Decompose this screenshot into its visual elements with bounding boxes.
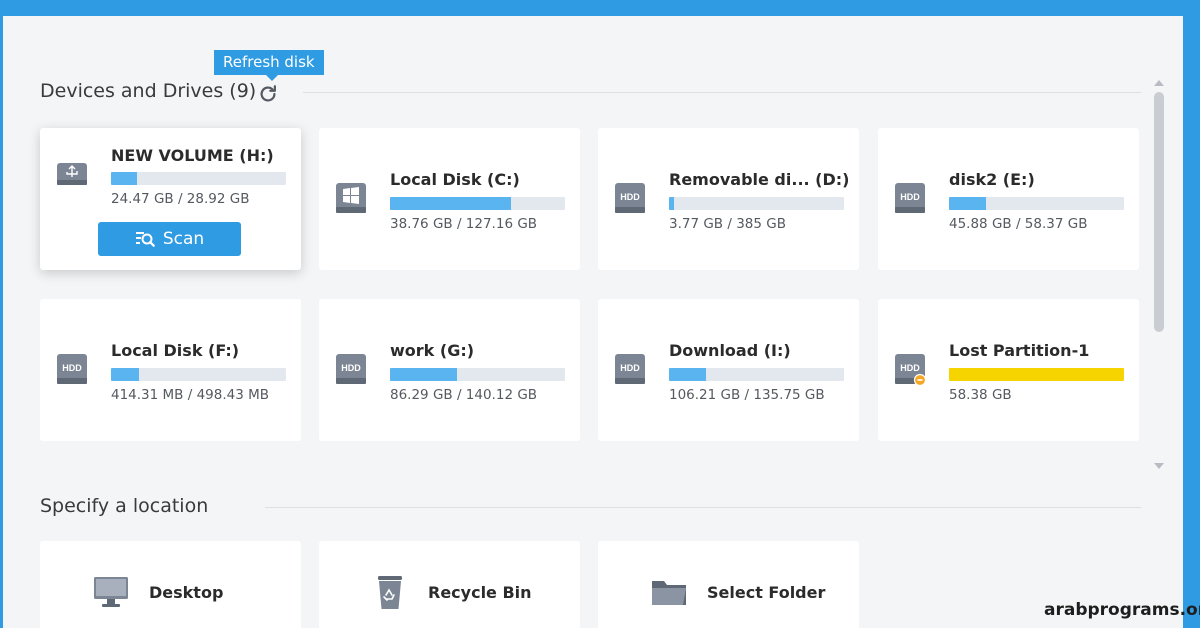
drive-size: 3.77 GB / 385 GB	[669, 216, 786, 232]
location-section-divider	[265, 507, 1141, 508]
usage-bar-fill	[949, 368, 1124, 381]
location-select-folder[interactable]: Select Folder	[598, 541, 859, 628]
usage-bar	[390, 368, 565, 381]
drive-card-c[interactable]: Local Disk (C:) 38.76 GB / 127.16 GB	[319, 128, 580, 270]
location-recycle-bin[interactable]: Recycle Bin	[319, 541, 580, 628]
drive-name: work (G:)	[390, 341, 475, 360]
refresh-button[interactable]	[256, 82, 280, 106]
location-label: Select Folder	[707, 583, 826, 602]
location-label: Recycle Bin	[428, 583, 532, 602]
usage-bar-fill	[949, 197, 986, 210]
drive-card-f[interactable]: HDD Local Disk (F:) 414.31 MB / 498.43 M…	[40, 299, 301, 441]
folder-icon	[652, 581, 686, 605]
drive-name: Removable di... (D:)	[669, 170, 850, 189]
scan-button-label: Scan	[162, 229, 205, 249]
location-label: Desktop	[149, 583, 224, 602]
svg-text:HDD: HDD	[620, 363, 640, 373]
svg-text:HDD: HDD	[620, 192, 640, 202]
location-section-title: Specify a location	[40, 495, 209, 517]
drive-name: NEW VOLUME (H:)	[111, 146, 274, 165]
usage-bar	[949, 368, 1124, 381]
usage-bar	[390, 197, 565, 210]
usage-bar	[111, 172, 286, 185]
drive-card-g[interactable]: HDD work (G:) 86.29 GB / 140.12 GB	[319, 299, 580, 441]
drive-card-i[interactable]: HDD Download (I:) 106.21 GB / 135.75 GB	[598, 299, 859, 441]
refresh-tooltip: Refresh disk	[214, 50, 324, 81]
desktop-icon	[94, 577, 128, 607]
location-desktop[interactable]: Desktop	[40, 541, 301, 628]
hdd-icon: HDD	[57, 354, 87, 384]
drive-name: Lost Partition-1	[949, 341, 1090, 360]
usage-bar-fill	[390, 368, 457, 381]
recycle-bin-icon	[378, 576, 402, 609]
scan-icon	[135, 232, 155, 247]
windows-drive-icon	[336, 183, 366, 213]
usage-bar	[669, 197, 844, 210]
drive-name: Local Disk (F:)	[111, 341, 240, 360]
drive-size: 58.38 GB	[949, 387, 1012, 403]
usage-bar-fill	[669, 197, 675, 210]
drive-size: 106.21 GB / 135.75 GB	[669, 387, 825, 403]
scan-button[interactable]: Scan	[98, 222, 241, 256]
svg-text:HDD: HDD	[900, 192, 920, 202]
hdd-icon: HDD	[336, 354, 366, 384]
drive-size: 45.88 GB / 58.37 GB	[949, 216, 1088, 232]
hdd-icon: HDD	[615, 183, 645, 213]
usb-drive-icon	[57, 163, 87, 185]
drive-card-lost-partition[interactable]: HDD Lost Partition-1 58.38 GB	[878, 299, 1139, 441]
hdd-icon: HDD	[895, 183, 925, 213]
devices-section-divider	[303, 92, 1141, 93]
hdd-icon: HDD	[615, 354, 645, 384]
watermark-text: arabprograms.org	[1044, 600, 1200, 620]
vertical-scrollbar[interactable]	[1151, 76, 1167, 471]
scroll-up-arrow-icon[interactable]	[1154, 80, 1164, 86]
scroll-down-arrow-icon[interactable]	[1154, 463, 1164, 469]
svg-text:HDD: HDD	[341, 363, 361, 373]
drive-size: 86.29 GB / 140.12 GB	[390, 387, 538, 403]
refresh-icon	[260, 85, 276, 102]
drive-size: 24.47 GB / 28.92 GB	[111, 191, 250, 207]
main-window: Devices and Drives (9) Refresh disk NEW …	[3, 16, 1183, 628]
usage-bar-fill	[669, 368, 706, 381]
usage-bar-fill	[111, 368, 139, 381]
devices-section-title: Devices and Drives (9)	[40, 80, 257, 102]
drive-size: 38.76 GB / 127.16 GB	[390, 216, 538, 232]
drive-size: 414.31 MB / 498.43 MB	[111, 387, 270, 403]
scroll-thumb[interactable]	[1154, 92, 1164, 332]
drive-name: Local Disk (C:)	[390, 170, 520, 189]
drive-card-h[interactable]: NEW VOLUME (H:) 24.47 GB / 28.92 GB Scan	[40, 128, 301, 270]
usage-bar-fill	[111, 172, 138, 185]
drive-card-e[interactable]: HDD disk2 (E:) 45.88 GB / 58.37 GB	[878, 128, 1139, 270]
drive-card-d[interactable]: HDD Removable di... (D:) 3.77 GB / 385 G…	[598, 128, 859, 270]
usage-bar	[949, 197, 1124, 210]
usage-bar-fill	[390, 197, 511, 210]
usage-bar	[669, 368, 844, 381]
drive-name: disk2 (E:)	[949, 170, 1035, 189]
usage-bar	[111, 368, 286, 381]
lost-partition-hdd-icon: HDD	[895, 354, 927, 386]
svg-text:HDD: HDD	[62, 363, 82, 373]
drive-name: Download (I:)	[669, 341, 791, 360]
svg-text:HDD: HDD	[900, 363, 920, 373]
